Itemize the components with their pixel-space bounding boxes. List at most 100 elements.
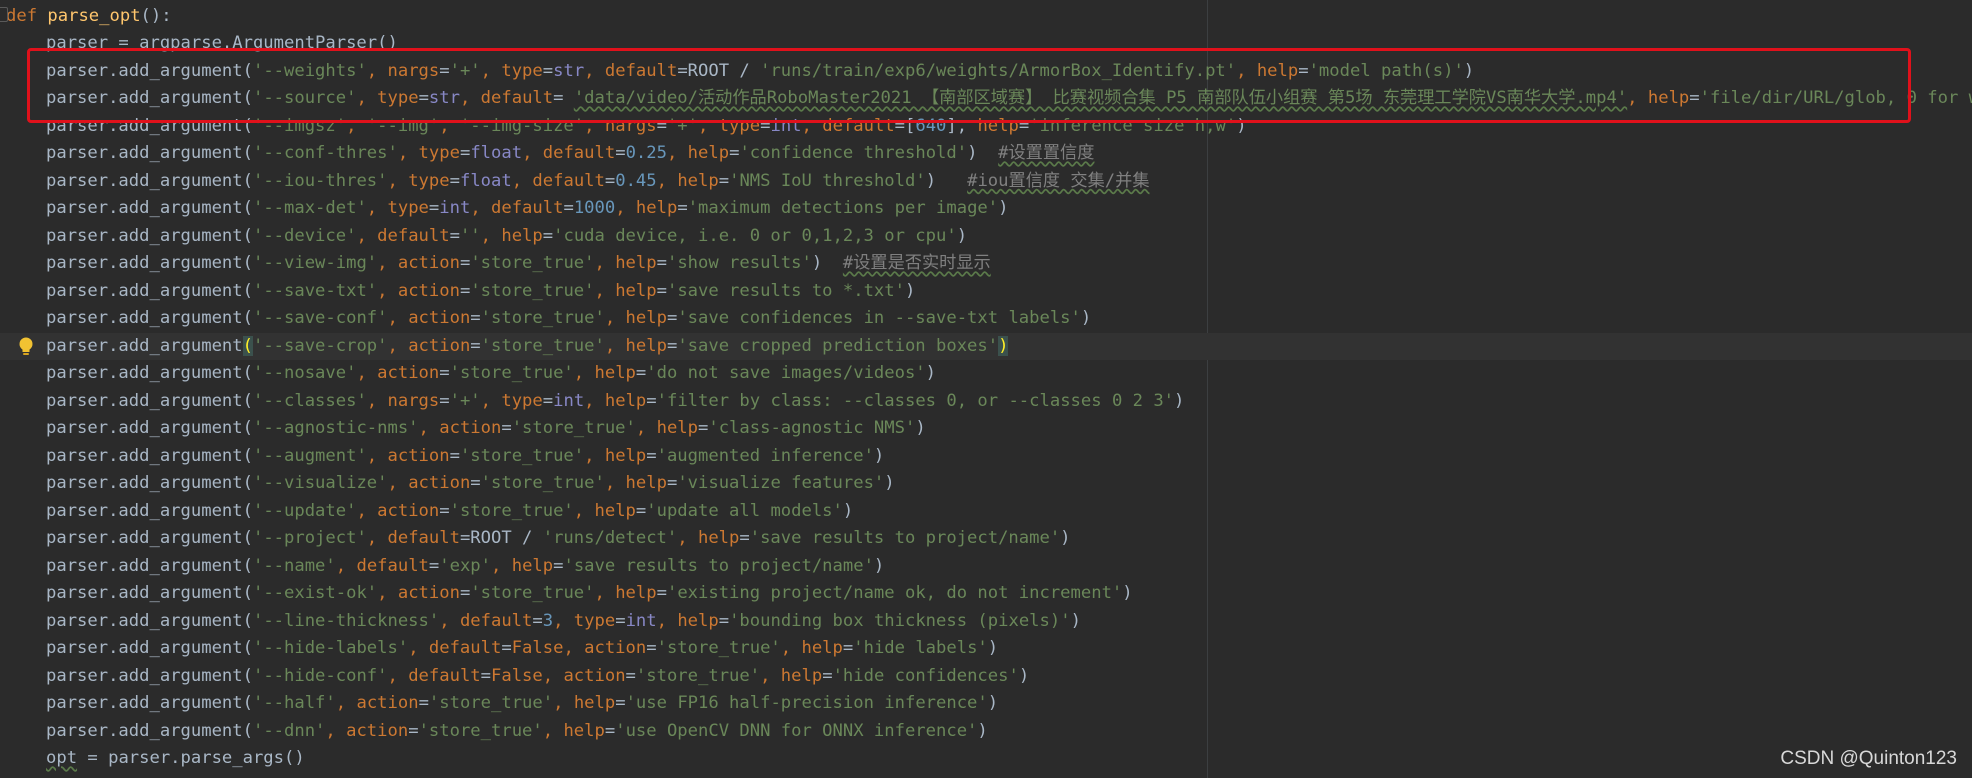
code-token: , [439,610,460,631]
code-line-text: parser.add_argument('--device', default=… [46,223,967,251]
code-line-text: parser.add_argument('--exist-ok', action… [46,580,1133,608]
code-token: 'store_true' [470,253,595,273]
code-token: 'existing project/name ok, do not increm… [666,583,1123,603]
code-token: parser.add_argument( [46,363,253,383]
code-token: action [377,363,440,383]
code-token: def [6,5,48,26]
code-editor[interactable]: def parse_opt(): parser = argparse.Argume… [0,0,1972,778]
code-line[interactable]: parser.add_argument('--exist-ok', action… [0,580,1972,608]
code-token: = [666,473,678,493]
code-token: type [501,390,543,411]
code-line[interactable]: parser.add_argument('--name', default='e… [0,553,1972,581]
code-line[interactable]: parser.add_argument('--device', default=… [0,223,1972,251]
code-token: '--update' [252,500,357,521]
code-token: , [677,528,698,548]
code-token: = [459,253,471,273]
code-line-text: parser.add_argument('--save-txt', action… [46,278,915,306]
code-line[interactable]: parser.add_argument('--hide-labels', def… [0,635,1972,663]
code-line[interactable]: parser.add_argument('--update', action='… [0,498,1972,526]
code-token: parser.add_argument( [46,308,253,328]
code-token: int [439,198,471,218]
code-token: action [356,693,419,713]
code-token: = [729,143,740,163]
code-line-text: parser.add_argument('--name', default='e… [46,553,884,581]
code-token: '--exist-ok' [252,583,378,603]
code-token: , [470,198,492,218]
code-line[interactable]: parser.add_argument('--view-img', action… [0,250,1972,278]
code-token: = [563,198,574,218]
code-token: = [439,390,450,411]
code-token: , [387,335,409,356]
fold-marker-icon[interactable] [0,7,8,22]
code-line[interactable]: parser.add_argument('--max-det', type=in… [0,195,1972,223]
code-token: help [780,665,823,686]
code-token: default [491,198,564,218]
code-line-text: parser.add_argument('--save-conf', actio… [46,305,1091,333]
code-line[interactable]: parser.add_argument('--conf-thres', type… [0,140,1972,168]
code-token: = [439,363,450,383]
code-token: default [408,665,481,686]
code-token: help [625,473,667,493]
code-token: parser.add_argument [46,335,243,356]
code-token: , [418,418,440,438]
code-line[interactable]: parser.add_argument('--dnn', action='sto… [0,718,1972,746]
code-token: 'confidence threshold' [739,143,968,163]
code-token: = [635,363,647,383]
code-token: = [604,720,616,741]
code-line[interactable]: parser.add_argument('--line-thickness', … [0,608,1972,636]
code-token: 'store_true' [480,473,605,493]
code-token: help [563,720,605,741]
lightbulb-icon[interactable] [16,336,36,358]
code-token: '--agnostic-nms' [252,418,419,438]
code-line[interactable]: parser.add_argument('--save-txt', action… [0,278,1972,306]
code-token: 'store_true' [418,720,543,741]
code-line[interactable]: parser.add_argument('--visualize', actio… [0,470,1972,498]
code-line[interactable]: parser.add_argument('--augment', action=… [0,443,1972,471]
code-token: , [366,528,388,548]
code-token: '' [459,225,481,246]
code-token: action [408,308,471,328]
code-token: 'use FP16 half-precision inference' [625,693,988,713]
code-token: default [356,555,429,576]
code-token: , [366,198,388,218]
code-line[interactable]: parser.add_argument('--agnostic-nms', ac… [0,415,1972,443]
code-token: 3 [542,610,554,631]
code-token: help [635,198,678,218]
code-token: 'maximum detections per image' [687,198,999,218]
code-line[interactable]: parser.add_argument('--project', default… [0,525,1972,553]
code-token: help [615,280,657,301]
code-line[interactable]: parser.add_argument('--nosave', action='… [0,360,1972,388]
code-line[interactable]: parser.add_argument('--classes', nargs='… [0,388,1972,416]
code-token: parser.add_argument( [46,555,253,576]
code-token: , [325,720,347,741]
code-token: '--name' [252,555,336,576]
code-token: = [439,500,450,521]
code-line[interactable]: parser.add_argument('--save-conf', actio… [0,305,1972,333]
code-line[interactable]: parser.add_argument('--iou-thres', type=… [0,168,1972,196]
code-token: = [615,610,626,631]
code-token: 1000 [573,198,616,218]
code-line[interactable]: def parse_opt(): [0,3,1972,31]
code-token: ) [884,473,895,493]
code-token: = [646,638,657,658]
code-token: = [449,225,460,246]
code-token: default [542,143,616,163]
code-token: help [604,445,647,466]
code-token: = [470,335,481,356]
code-token: = [449,445,460,466]
code-token: 'use OpenCV DNN for ONNX inference' [615,720,978,741]
code-token: , [356,363,378,383]
code-token: int [553,390,585,411]
code-token: 'store_true' [635,665,761,686]
code-line[interactable]: parser.add_argument('--hide-conf', defau… [0,663,1972,691]
code-token: = [449,170,460,191]
code-line[interactable]: opt = parser.parse_args() [0,745,1972,773]
code-token: '--hide-labels' [252,638,409,658]
current-code-line[interactable]: parser.add_argument('--save-crop', actio… [0,332,1972,360]
code-token: ) [925,170,968,191]
code-line[interactable]: parser.add_argument('--half', action='st… [0,690,1972,718]
code-token: help [697,528,740,548]
code-token: 'bounding box thickness (pixels)' [729,610,1071,631]
code-token: = [656,253,667,273]
code-token: , [563,638,585,658]
